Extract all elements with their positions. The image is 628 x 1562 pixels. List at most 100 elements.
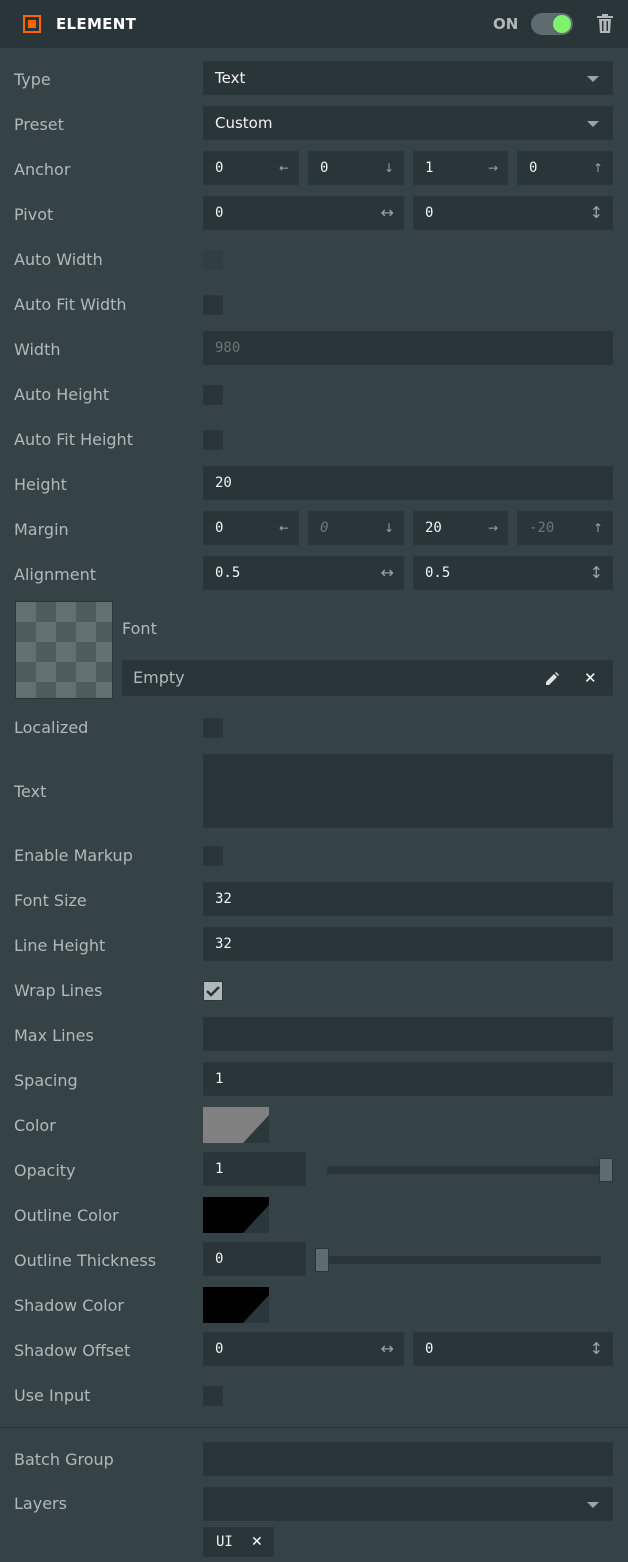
layers-select[interactable] [203,1487,613,1521]
arrow-left-icon: ← [278,161,289,175]
anchor-label: Anchor [14,160,71,179]
font-size-label: Font Size [14,891,87,910]
type-value: Text [215,69,246,87]
line-height-input[interactable]: 32 [203,927,613,961]
spacing-value: 1 [215,1071,224,1087]
enable-markup-label: Enable Markup [14,846,133,865]
height-input[interactable]: 20 [203,466,613,500]
horizontal-arrows-icon: ↔ [380,563,394,582]
arrow-down-icon: ↓ [383,161,394,175]
outline-thickness-slider-handle[interactable] [315,1248,329,1272]
horizontal-arrows-icon: ↔ [380,1339,394,1358]
margin-bottom-value: 0 [320,520,329,536]
outline-color-swatch[interactable] [203,1197,269,1233]
component-title: ELEMENT [56,15,137,33]
pivot-y-input[interactable]: 0 ↕ [413,196,613,230]
layer-chip-ui: UI ✕ [203,1527,274,1557]
margin-top-input[interactable]: -20 ↑ [517,511,613,545]
vertical-arrows-icon: ↕ [589,203,603,222]
height-value: 20 [215,475,232,491]
anchor-left-value: 0 [215,160,224,176]
pivot-x-value: 0 [215,205,224,221]
auto-width-checkbox[interactable] [203,250,223,270]
opacity-slider-handle[interactable] [599,1158,613,1182]
font-asset-picker[interactable]: Empty ✕ [122,660,613,696]
chevron-down-icon [587,1502,599,1508]
batch-group-input[interactable] [203,1442,613,1476]
font-size-input[interactable]: 32 [203,882,613,916]
chevron-down-icon [587,121,599,127]
close-icon[interactable]: ✕ [584,661,597,695]
color-label: Color [14,1116,56,1135]
anchor-left-input[interactable]: 0 ← [203,151,299,185]
auto-fit-height-label: Auto Fit Height [14,430,133,449]
arrow-up-icon: ↑ [592,161,603,175]
outline-thickness-slider-track[interactable] [315,1256,601,1264]
margin-left-input[interactable]: 0 ← [203,511,299,545]
alignment-x-input[interactable]: 0.5 ↔ [203,556,404,590]
preset-label: Preset [14,115,64,134]
max-lines-input[interactable] [203,1017,613,1051]
remove-chip-icon[interactable]: ✕ [251,1528,263,1556]
height-label: Height [14,475,67,494]
alignment-label: Alignment [14,565,96,584]
font-size-value: 32 [215,891,232,907]
opacity-value: 1 [215,1161,224,1177]
outline-thickness-value: 0 [215,1251,224,1267]
vertical-arrows-icon: ↕ [589,563,603,582]
pivot-y-value: 0 [425,205,434,221]
auto-fit-height-checkbox[interactable] [203,430,223,450]
margin-right-input[interactable]: 20 → [413,511,508,545]
auto-height-checkbox[interactable] [203,385,223,405]
enable-markup-checkbox[interactable] [203,846,223,866]
alignment-x-value: 0.5 [215,565,241,581]
type-label: Type [14,70,51,89]
use-input-label: Use Input [14,1386,91,1405]
pivot-label: Pivot [14,205,54,224]
margin-right-value: 20 [425,520,442,536]
shadow-offset-y-input[interactable]: 0 ↕ [413,1332,613,1366]
trash-icon[interactable] [597,14,613,33]
pivot-x-input[interactable]: 0 ↔ [203,196,404,230]
section-divider [0,1427,628,1428]
preset-value: Custom [215,114,273,132]
color-swatch[interactable] [203,1107,269,1143]
outline-thickness-input[interactable]: 0 [203,1242,306,1276]
alignment-y-input[interactable]: 0.5 ↕ [413,556,613,590]
shadow-offset-y-value: 0 [425,1341,434,1357]
shadow-offset-label: Shadow Offset [14,1341,131,1360]
type-select[interactable]: Text [203,61,613,95]
pencil-icon[interactable] [545,672,559,686]
margin-label: Margin [14,520,69,539]
width-input[interactable]: 980 [203,331,613,365]
use-input-checkbox[interactable] [203,1386,223,1406]
shadow-color-swatch[interactable] [203,1287,269,1323]
alignment-y-value: 0.5 [425,565,451,581]
localized-checkbox[interactable] [203,718,223,738]
arrow-up-icon: ↑ [592,521,603,535]
shadow-offset-x-input[interactable]: 0 ↔ [203,1332,404,1366]
panel-header: ELEMENT ON [0,0,628,48]
opacity-input[interactable]: 1 [203,1152,306,1186]
enable-toggle[interactable] [531,13,573,35]
opacity-slider-track[interactable] [327,1166,613,1174]
auto-fit-width-label: Auto Fit Width [14,295,127,314]
preset-select[interactable]: Custom [203,106,613,140]
anchor-top-input[interactable]: 0 ↑ [517,151,613,185]
spacing-input[interactable]: 1 [203,1062,613,1096]
margin-top-value: -20 [529,520,555,536]
max-lines-label: Max Lines [14,1026,94,1045]
wrap-lines-label: Wrap Lines [14,981,103,1000]
anchor-right-input[interactable]: 1 → [413,151,508,185]
anchor-bottom-input[interactable]: 0 ↓ [308,151,404,185]
auto-fit-width-checkbox[interactable] [203,295,223,315]
font-asset-thumbnail[interactable] [15,601,113,699]
text-textarea[interactable] [203,754,613,828]
width-label: Width [14,340,61,359]
outline-thickness-label: Outline Thickness [14,1251,157,1270]
wrap-lines-checkbox[interactable] [203,981,223,1001]
font-asset-value: Empty [133,668,185,687]
layers-label: Layers [14,1494,67,1513]
layer-chip-label: UI [216,1534,233,1550]
margin-bottom-input[interactable]: 0 ↓ [308,511,404,545]
